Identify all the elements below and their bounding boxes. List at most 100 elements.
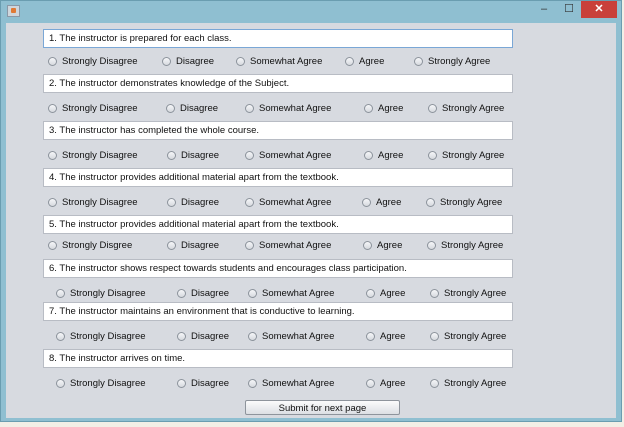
radio-button-icon[interactable] bbox=[56, 331, 65, 341]
radio-button-icon[interactable] bbox=[166, 103, 175, 113]
radio-label: Strongly Agree bbox=[441, 239, 504, 251]
radio-button-icon[interactable] bbox=[167, 150, 176, 160]
radio-option[interactable]: Somewhat Agree bbox=[245, 148, 331, 162]
radio-button-icon[interactable] bbox=[366, 288, 375, 298]
radio-button-icon[interactable] bbox=[48, 150, 57, 160]
radio-option[interactable]: Disagree bbox=[162, 54, 214, 68]
radio-label: Strongly Disagree bbox=[62, 55, 138, 67]
submit-button[interactable]: Submit for next page bbox=[245, 400, 400, 415]
radio-button-icon[interactable] bbox=[430, 331, 439, 341]
radio-button-icon[interactable] bbox=[48, 197, 57, 207]
radio-option[interactable]: Strongly Agree bbox=[430, 286, 506, 300]
radio-option[interactable]: Disagree bbox=[167, 148, 219, 162]
radio-button-icon[interactable] bbox=[248, 331, 257, 341]
radio-button-icon[interactable] bbox=[345, 56, 354, 66]
close-button[interactable]: ✕ bbox=[581, 1, 617, 18]
radio-button-icon[interactable] bbox=[428, 103, 437, 113]
radio-option[interactable]: Disagree bbox=[167, 238, 219, 252]
question-6-text-field[interactable]: 6. The instructor shows respect towards … bbox=[43, 259, 513, 278]
radio-button-icon[interactable] bbox=[56, 378, 65, 388]
radio-option[interactable]: Agree bbox=[366, 329, 405, 343]
radio-button-icon[interactable] bbox=[366, 378, 375, 388]
radio-button-icon[interactable] bbox=[366, 331, 375, 341]
minimize-button[interactable]: – bbox=[533, 1, 555, 18]
question-3-text-field[interactable]: 3. The instructor has completed the whol… bbox=[43, 121, 513, 140]
radio-button-icon[interactable] bbox=[48, 240, 57, 250]
radio-button-icon[interactable] bbox=[162, 56, 171, 66]
radio-button-icon[interactable] bbox=[428, 150, 437, 160]
radio-button-icon[interactable] bbox=[364, 150, 373, 160]
radio-button-icon[interactable] bbox=[177, 378, 186, 388]
question-5-options: Strongly Disgree Disagree Somewhat Agree Ag… bbox=[6, 238, 616, 252]
question-1-text-field[interactable]: 1. The instructor is prepared for each c… bbox=[43, 29, 513, 48]
radio-option[interactable]: Disagree bbox=[177, 329, 229, 343]
radio-button-icon[interactable] bbox=[427, 240, 436, 250]
radio-option[interactable]: Strongly Agree bbox=[414, 54, 490, 68]
radio-option[interactable]: Somewhat Agree bbox=[248, 286, 334, 300]
radio-option[interactable]: Somewhat Agree bbox=[245, 238, 331, 252]
radio-option[interactable]: Strongly Disagree bbox=[48, 148, 138, 162]
radio-button-icon[interactable] bbox=[362, 197, 371, 207]
radio-button-icon[interactable] bbox=[245, 150, 254, 160]
radio-button-icon[interactable] bbox=[236, 56, 245, 66]
radio-option[interactable]: Strongly Disgree bbox=[48, 238, 132, 252]
radio-option[interactable]: Strongly Agree bbox=[428, 148, 504, 162]
radio-option[interactable]: Somewhat Agree bbox=[245, 101, 331, 115]
radio-button-icon[interactable] bbox=[248, 288, 257, 298]
question-4-text-field[interactable]: 4. The instructor provides additional ma… bbox=[43, 168, 513, 187]
radio-option[interactable]: Strongly Agree bbox=[430, 329, 506, 343]
radio-button-icon[interactable] bbox=[363, 240, 372, 250]
radio-option[interactable]: Strongly Agree bbox=[427, 238, 503, 252]
radio-option[interactable]: Strongly Agree bbox=[430, 376, 506, 390]
radio-option[interactable]: Strongly Agree bbox=[428, 101, 504, 115]
radio-button-icon[interactable] bbox=[56, 288, 65, 298]
radio-option[interactable]: Agree bbox=[366, 376, 405, 390]
radio-option[interactable]: Agree bbox=[366, 286, 405, 300]
radio-option[interactable]: Disagree bbox=[166, 101, 218, 115]
radio-button-icon[interactable] bbox=[364, 103, 373, 113]
radio-option[interactable]: Somewhat Agree bbox=[248, 376, 334, 390]
radio-option[interactable]: Somewhat Agree bbox=[245, 195, 331, 209]
radio-button-icon[interactable] bbox=[167, 240, 176, 250]
radio-button-icon[interactable] bbox=[430, 378, 439, 388]
radio-option[interactable]: Strongly Disagree bbox=[56, 376, 146, 390]
radio-option[interactable]: Disagree bbox=[177, 286, 229, 300]
radio-button-icon[interactable] bbox=[177, 288, 186, 298]
question-5-text-field[interactable]: 5. The instructor provides additional ma… bbox=[43, 215, 513, 234]
radio-option[interactable]: Strongly Agree bbox=[426, 195, 502, 209]
radio-option[interactable]: Disagree bbox=[167, 195, 219, 209]
radio-button-icon[interactable] bbox=[245, 103, 254, 113]
maximize-button[interactable]: ☐ bbox=[558, 1, 580, 18]
radio-label: Somewhat Agree bbox=[259, 239, 332, 251]
radio-option[interactable]: Strongly Disagree bbox=[48, 195, 138, 209]
radio-option[interactable]: Agree bbox=[345, 54, 384, 68]
radio-label: Strongly Agree bbox=[442, 102, 505, 114]
radio-button-icon[interactable] bbox=[248, 378, 257, 388]
radio-label: Somewhat Agree bbox=[262, 287, 335, 299]
radio-option[interactable]: Strongly Disagree bbox=[56, 329, 146, 343]
radio-option[interactable]: Somewhat Agree bbox=[248, 329, 334, 343]
radio-option[interactable]: Somewhat Agree bbox=[236, 54, 322, 68]
radio-button-icon[interactable] bbox=[245, 197, 254, 207]
radio-button-icon[interactable] bbox=[426, 197, 435, 207]
radio-button-icon[interactable] bbox=[48, 103, 57, 113]
question-7-text-field[interactable]: 7. The instructor maintains an environme… bbox=[43, 302, 513, 321]
question-1-options: Strongly Disagree Disagree Somewhat Agree A… bbox=[6, 54, 616, 68]
radio-label: Agree bbox=[376, 196, 402, 208]
radio-option[interactable]: Agree bbox=[364, 148, 403, 162]
question-2-text-field[interactable]: 2. The instructor demonstrates knowledge… bbox=[43, 74, 513, 93]
radio-button-icon[interactable] bbox=[167, 197, 176, 207]
radio-button-icon[interactable] bbox=[245, 240, 254, 250]
radio-option[interactable]: Disagree bbox=[177, 376, 229, 390]
radio-option[interactable]: Strongly Disagree bbox=[48, 54, 138, 68]
radio-option[interactable]: Agree bbox=[362, 195, 401, 209]
radio-button-icon[interactable] bbox=[177, 331, 186, 341]
radio-option[interactable]: Strongly Disagree bbox=[48, 101, 138, 115]
question-8-text-field[interactable]: 8. The instructor arrives on time. bbox=[43, 349, 513, 368]
radio-option[interactable]: Agree bbox=[364, 101, 403, 115]
radio-button-icon[interactable] bbox=[430, 288, 439, 298]
radio-option[interactable]: Agree bbox=[363, 238, 402, 252]
radio-button-icon[interactable] bbox=[414, 56, 423, 66]
radio-option[interactable]: Strongly Disagree bbox=[56, 286, 146, 300]
radio-button-icon[interactable] bbox=[48, 56, 57, 66]
